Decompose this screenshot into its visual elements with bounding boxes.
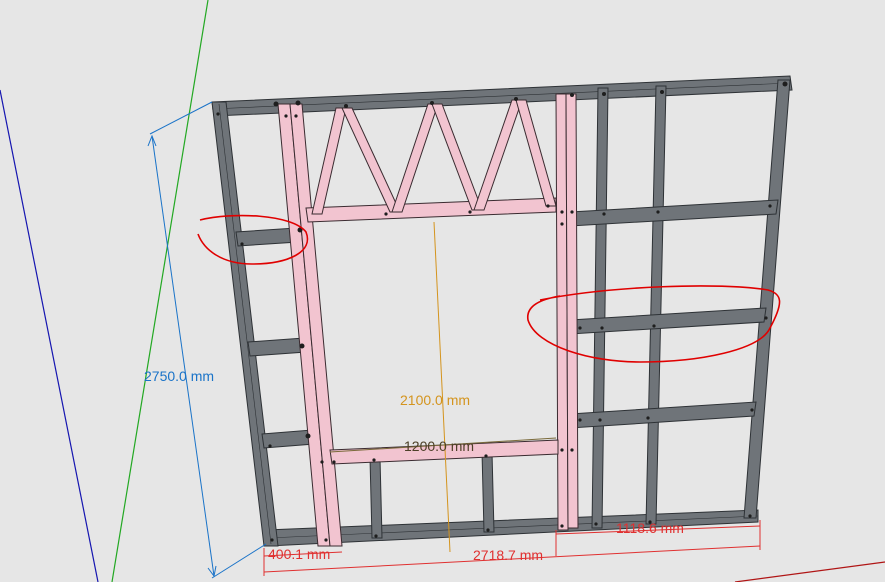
lintel-bottom-chord [305, 197, 557, 223]
dim-label-total-height: 2750.0 mm [144, 368, 214, 384]
dim-label-right-bay: 1118.6 mm [616, 520, 684, 536]
dim-label-total-width: 2718.7 mm [473, 547, 543, 563]
truss-web-4 [431, 103, 483, 211]
noggin-l-upper [235, 227, 299, 247]
stud-r2 [645, 85, 667, 525]
stud-r3 [743, 79, 791, 519]
blue-axis [0, 89, 99, 582]
right-jamb-stud-b [565, 93, 579, 529]
truss-web-5 [473, 99, 523, 211]
infill-stud-1 [369, 457, 383, 539]
noggin-l-mid [247, 337, 307, 357]
truss-web-6 [515, 99, 557, 207]
dimension-opening-height [433, 221, 451, 553]
red-axis [734, 561, 885, 582]
wall-frame-model[interactable]: 2750.0 mm 2100.0 mm 1200.0 mm 2718.7 mm … [0, 0, 885, 582]
sketchup-viewport[interactable]: 2750.0 mm 2100.0 mm 1200.0 mm 2718.7 mm … [0, 0, 885, 582]
infill-stud-2 [481, 451, 495, 533]
truss-web-1 [311, 107, 347, 215]
green-axis [111, 0, 209, 582]
truss-web-2 [341, 107, 401, 213]
selected-opening-frame[interactable] [277, 93, 579, 547]
stud-r1 [591, 87, 609, 529]
dim-label-opening-width: 1200.0 mm [404, 438, 474, 454]
dim-label-opening-height: 2100.0 mm [400, 392, 470, 408]
truss-web-3 [391, 103, 439, 213]
dim-label-left-bay: 400.1 mm [268, 546, 330, 562]
